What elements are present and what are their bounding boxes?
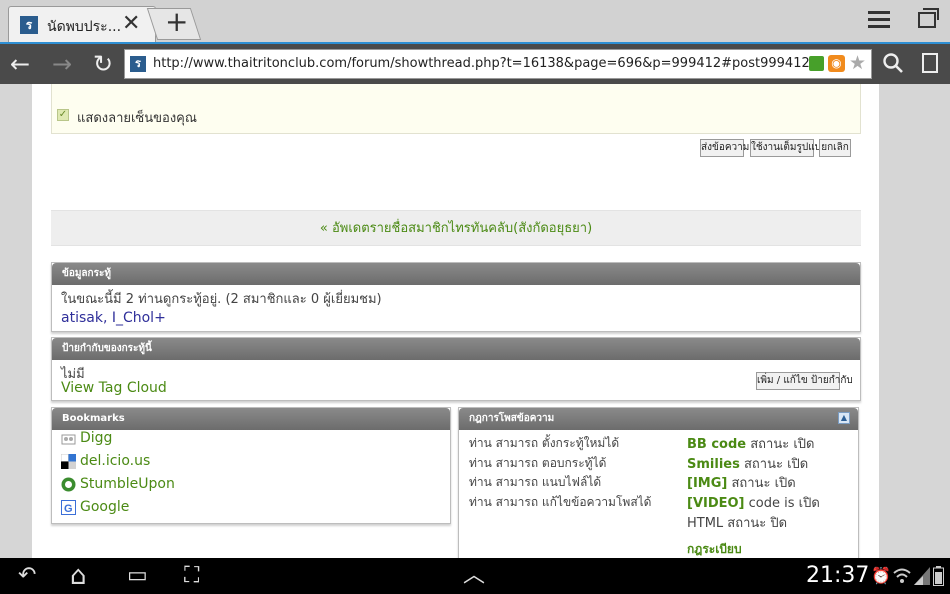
rule-status: code is เปิด	[748, 496, 820, 511]
system-navigation-bar: ↶ ⌂ ▭ ⛶ ︿ 21:37 ⏰	[0, 558, 950, 594]
posting-rules-header: กฎการโพสข้อความ	[459, 408, 858, 430]
view-tag-cloud-link[interactable]: View Tag Cloud	[61, 380, 167, 396]
viewing-members-link[interactable]: atisak, I_Chol+	[61, 310, 166, 326]
rule-status: HTML สถานะ ปิด	[687, 516, 788, 531]
rule-setting: Smilies สถานะ เปิด	[687, 453, 808, 474]
reload-icon[interactable]: ↻	[93, 50, 113, 78]
img-code-link[interactable]: [IMG]	[687, 476, 727, 491]
thread-tags-header[interactable]: ป้ายกำกับของกระทู้นี้	[52, 338, 860, 360]
rule-status: สถานะ เปิด	[743, 457, 809, 472]
address-toolbar: ← → ↻ ร http://www.thaitritonclub.com/fo…	[0, 42, 950, 84]
bookmark-delicious-link[interactable]: del.icio.us	[80, 453, 150, 469]
forum-rules-label[interactable]: กฎระเบียบ	[687, 542, 742, 556]
rule-permission: ท่าน สามารถ แนบไฟล์ได้	[469, 475, 602, 489]
next-thread-link[interactable]: อัพเดตรายชื่อสมาชิกไทรทันคลับ(สังกัดอยุธ…	[332, 221, 592, 236]
wifi-icon	[893, 568, 911, 583]
tabs-menu-icon[interactable]	[868, 11, 890, 29]
tab-title: นัดพบประ...	[47, 19, 122, 35]
prev-arrow-icon: «	[319, 221, 328, 236]
thread-info-header[interactable]: ข้อมูลกระทู้	[52, 263, 860, 285]
bbcode-link[interactable]: BB code	[687, 437, 746, 452]
next-thread-bar: « อัพเดตรายชื่อสมาชิกไทรทันคลับ(สังกัดอย…	[51, 210, 861, 246]
go-advanced-button[interactable]: ใช้งานเต็มรูปแบบ	[750, 139, 827, 157]
close-tab-icon[interactable]: ✕	[122, 12, 140, 36]
bookmark-google-link[interactable]: Google	[80, 499, 129, 515]
url-favicon-icon: ร	[130, 56, 146, 72]
bookmarks-header: Bookmarks	[52, 408, 450, 430]
google-icon: G	[61, 500, 76, 515]
battery-icon	[933, 566, 944, 586]
tab-strip: ร นัดพบประ... ✕ +	[0, 0, 950, 44]
chevron-up-icon[interactable]: ︿	[463, 558, 485, 594]
recent-apps-icon[interactable]: ▭	[127, 558, 148, 594]
rule-status: สถานะ เปิด	[750, 437, 815, 452]
search-icon[interactable]	[882, 52, 904, 74]
url-field[interactable]: ร http://www.thaitritonclub.com/forum/sh…	[124, 49, 872, 79]
back-nav-icon[interactable]: ↶	[18, 558, 36, 594]
video-code-link[interactable]: [VIDEO]	[687, 496, 745, 511]
thread-tags-box: ป้ายกำกับของกระทู้นี้	[51, 337, 861, 401]
rule-permission: ท่าน สามารถ ตอบกระทู้ได้	[469, 456, 607, 470]
signal-icon	[914, 567, 930, 585]
rule-setting: BB code สถานะ เปิด	[687, 433, 815, 454]
signature-checkbox[interactable]: ✓	[57, 109, 69, 121]
bookmark-icon[interactable]	[922, 53, 938, 73]
rule-status: สถานะ เปิด	[731, 476, 796, 491]
rule-setting: [IMG] สถานะ เปิด	[687, 472, 796, 493]
submit-reply-button[interactable]: ส่งข้อความ	[700, 139, 749, 157]
forum-rules-link[interactable]: กฎระเบียบ	[687, 540, 742, 559]
alarm-icon: ⏰	[871, 566, 891, 585]
screenshot-icon[interactable]: ⛶	[184, 558, 199, 594]
rule-permission: ท่าน สามารถ แก้ไขข้อความโพสได้	[469, 495, 652, 509]
site-favicon-icon: ร	[20, 16, 38, 34]
cancel-button[interactable]: ยกเลิก	[819, 139, 851, 157]
status-clock[interactable]: 21:37	[806, 558, 869, 594]
bookmark-stumbleupon-link[interactable]: StumbleUpon	[80, 476, 175, 492]
url-text[interactable]: http://www.thaitritonclub.com/forum/show…	[153, 56, 810, 71]
smilies-link[interactable]: Smilies	[687, 457, 740, 472]
plus-icon[interactable]: +	[165, 5, 188, 38]
rss-icon[interactable]: ◉	[828, 55, 845, 72]
forward-icon[interactable]: →	[52, 50, 72, 78]
stumbleupon-icon	[61, 477, 76, 492]
back-icon[interactable]: ←	[10, 50, 30, 78]
digg-icon	[61, 434, 76, 445]
rule-permission: ท่าน สามารถ ตั้งกระทู้ใหม่ได้	[469, 436, 620, 450]
collapse-icon[interactable]: ▲	[838, 412, 850, 424]
viewing-count-text: ในขณะนี้มี 2 ท่านดูกระทู้อยู่. (2 สมาชิก…	[61, 292, 382, 307]
edit-tags-button[interactable]: เพิ่ม / แก้ไข ป้ายกำกับ	[756, 372, 853, 390]
bookmark-digg-link[interactable]: Digg	[80, 430, 112, 446]
rule-setting-html: HTML สถานะ ปิด	[687, 512, 787, 533]
signature-label: แสดงลายเซ็นของคุณ	[77, 111, 197, 126]
rule-setting: [VIDEO] code is เปิด	[687, 492, 820, 513]
svg-text:G: G	[64, 503, 73, 515]
windows-icon[interactable]	[918, 8, 939, 28]
extension-icon[interactable]	[809, 56, 824, 71]
star-icon[interactable]: ★	[849, 52, 866, 74]
home-icon[interactable]: ⌂	[70, 558, 87, 594]
browser-tab[interactable]: ร นัดพบประ... ✕	[8, 6, 156, 44]
delicious-icon	[61, 454, 76, 469]
